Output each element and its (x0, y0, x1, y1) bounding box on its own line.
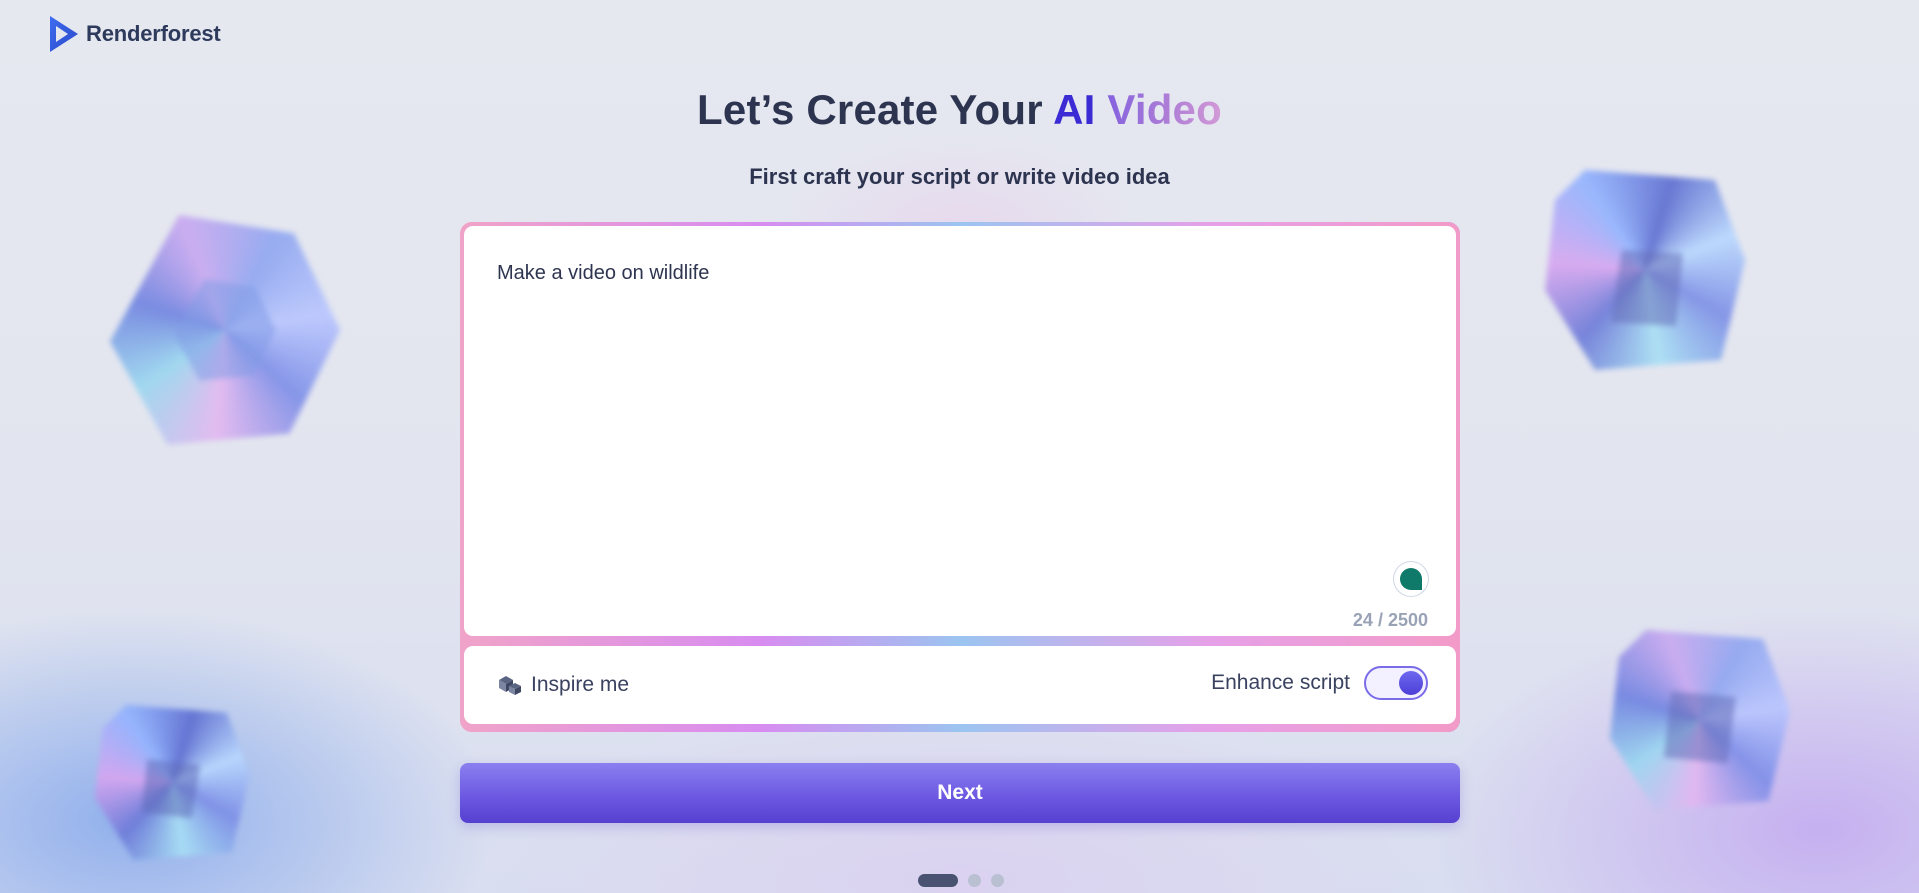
script-input[interactable]: Make a video on wildlife 24 / 2500 (464, 226, 1456, 636)
title-ai: AI (1053, 86, 1096, 133)
char-limit-value: 2500 (1387, 610, 1428, 630)
dice-icon (499, 676, 521, 695)
step-dot-1 (918, 874, 958, 887)
char-count-value: 24 (1352, 610, 1373, 630)
decorative-crystal (110, 215, 340, 445)
step-indicator (918, 874, 1004, 887)
character-counter: 24 / 2500 (1353, 610, 1428, 631)
toggle-knob (1399, 671, 1423, 695)
page-title: Let’s Create Your AI Video (0, 86, 1919, 134)
inspire-me-label: Inspire me (531, 673, 630, 696)
script-text[interactable]: Make a video on wildlife (497, 262, 709, 285)
enhance-script-label: Enhance script (1211, 671, 1350, 694)
page-subtitle: First craft your script or write video i… (749, 164, 1170, 189)
inspire-me-button[interactable]: Inspire me (497, 673, 629, 697)
next-button[interactable]: Next (460, 763, 1460, 823)
title-video: Video (1095, 86, 1222, 133)
step-dot-3 (991, 874, 1004, 887)
writing-assistant-icon[interactable] (1394, 562, 1428, 596)
script-controls: Inspire me Enhance script (464, 646, 1456, 724)
enhance-script-toggle[interactable] (1364, 666, 1428, 700)
brand-logo[interactable]: Renderforest (48, 14, 221, 54)
step-dot-2 (968, 874, 981, 887)
char-count-separator: / (1372, 610, 1388, 630)
script-card: Make a video on wildlife 24 / 2500 Inspi… (460, 222, 1460, 732)
title-prefix: Let’s Create Your (697, 86, 1054, 133)
brand-name: Renderforest (86, 21, 221, 46)
decorative-crystal (1545, 170, 1745, 370)
decorative-crystal (95, 705, 250, 860)
play-logo-icon (50, 16, 78, 52)
enhance-script-control: Enhance script (1211, 666, 1428, 700)
decorative-crystal (1610, 630, 1790, 810)
